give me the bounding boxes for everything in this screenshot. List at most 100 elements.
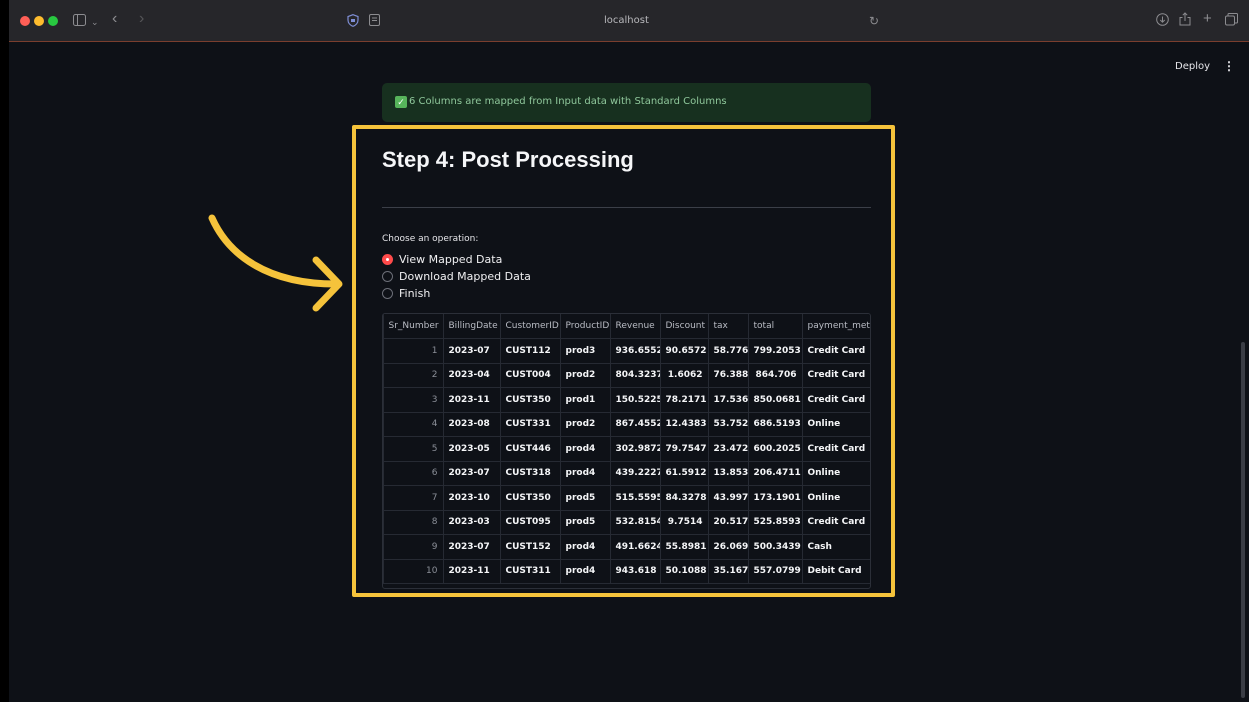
radio-finish[interactable]: Finish <box>382 287 430 300</box>
row-index[interactable]: 3 <box>383 387 444 413</box>
radio-unselected-icon[interactable] <box>382 288 393 299</box>
table-cell[interactable]: 943.618 <box>610 559 661 584</box>
table-cell[interactable]: Credit Card <box>802 436 870 462</box>
chevron-down-icon[interactable]: ⌄ <box>91 15 99 29</box>
forward-icon[interactable]: › <box>139 11 144 27</box>
table-cell[interactable]: 53.7524 <box>708 412 749 437</box>
column-header[interactable]: BillingDate <box>443 314 501 339</box>
table-cell[interactable]: Cash <box>802 534 870 560</box>
table-cell[interactable]: CUST350 <box>500 387 561 413</box>
table-cell[interactable]: prod4 <box>560 559 611 584</box>
row-index[interactable]: 5 <box>383 436 444 462</box>
row-index[interactable]: 1 <box>383 338 444 364</box>
table-cell[interactable]: 2023-03 <box>443 510 501 535</box>
address-bar-url[interactable]: localhost <box>604 15 649 26</box>
table-cell[interactable]: 500.3439 <box>748 534 803 560</box>
column-header[interactable]: total <box>748 314 803 339</box>
table-cell[interactable]: Online <box>802 485 870 511</box>
table-cell[interactable]: prod1 <box>560 387 611 413</box>
table-row[interactable]: 10 2023-11 CUST311 prod4 943.618 50.1088 35.16… <box>383 559 870 584</box>
column-header[interactable]: Sr_Number <box>383 314 444 339</box>
table-cell[interactable]: Credit Card <box>802 363 870 388</box>
table-cell[interactable]: 61.5912 <box>660 461 709 486</box>
table-cell[interactable]: 17.5367 <box>708 387 749 413</box>
table-cell[interactable]: 867.4552 <box>610 412 661 437</box>
table-cell[interactable]: 600.2025 <box>748 436 803 462</box>
table-cell[interactable]: Debit Card <box>802 559 870 584</box>
table-cell[interactable]: 150.5225 <box>610 387 661 413</box>
table-cell[interactable]: 58.7768 <box>708 338 749 364</box>
table-cell[interactable]: 2023-07 <box>443 534 501 560</box>
back-icon[interactable]: ‹ <box>112 11 117 27</box>
table-row[interactable]: 6 2023-07 CUST318 prod4 439.2227 61.5912 13.85… <box>383 461 870 486</box>
download-icon[interactable] <box>1156 13 1169 28</box>
table-cell[interactable]: 78.2171 <box>660 387 709 413</box>
column-header[interactable]: CustomerID <box>500 314 561 339</box>
table-cell[interactable]: 13.8536 <box>708 461 749 486</box>
table-cell[interactable]: 2023-05 <box>443 436 501 462</box>
table-cell[interactable]: 2023-10 <box>443 485 501 511</box>
table-cell[interactable]: CUST311 <box>500 559 561 584</box>
table-cell[interactable]: Credit Card <box>802 338 870 364</box>
column-header[interactable]: Revenue <box>610 314 661 339</box>
row-index[interactable]: 4 <box>383 412 444 437</box>
table-cell[interactable]: prod4 <box>560 534 611 560</box>
row-index[interactable]: 9 <box>383 534 444 560</box>
table-cell[interactable]: Credit Card <box>802 510 870 535</box>
table-cell[interactable]: prod4 <box>560 461 611 486</box>
table-cell[interactable]: CUST004 <box>500 363 561 388</box>
table-cell[interactable]: 804.3237 <box>610 363 661 388</box>
radio-unselected-icon[interactable] <box>382 271 393 282</box>
table-cell[interactable]: 936.6552 <box>610 338 661 364</box>
row-index[interactable]: 2 <box>383 363 444 388</box>
table-cell[interactable]: 206.4711 <box>748 461 803 486</box>
table-cell[interactable]: 20.517 <box>708 510 749 535</box>
table-row[interactable]: 4 2023-08 CUST331 prod2 867.4552 12.4383 53.75… <box>383 412 870 437</box>
table-cell[interactable]: 864.706 <box>748 363 803 388</box>
reload-icon[interactable]: ↻ <box>869 14 879 28</box>
table-cell[interactable]: CUST095 <box>500 510 561 535</box>
close-window-button[interactable] <box>20 16 30 26</box>
table-cell[interactable]: 43.9971 <box>708 485 749 511</box>
table-row[interactable]: 7 2023-10 CUST350 prod5 515.5595 84.3278 43.99… <box>383 485 870 511</box>
table-cell[interactable]: 439.2227 <box>610 461 661 486</box>
column-header[interactable]: payment_meth <box>802 314 870 339</box>
table-cell[interactable]: 2023-04 <box>443 363 501 388</box>
table-cell[interactable]: prod5 <box>560 510 611 535</box>
radio-download-mapped-data[interactable]: Download Mapped Data <box>382 270 531 283</box>
table-cell[interactable]: 50.1088 <box>660 559 709 584</box>
table-cell[interactable]: CUST112 <box>500 338 561 364</box>
reader-icon[interactable] <box>369 14 380 28</box>
table-cell[interactable]: 525.8593 <box>748 510 803 535</box>
table-cell[interactable]: 23.4725 <box>708 436 749 462</box>
table-cell[interactable]: 2023-11 <box>443 559 501 584</box>
shield-icon[interactable] <box>347 14 359 29</box>
table-cell[interactable]: 173.1901 <box>748 485 803 511</box>
table-cell[interactable]: Online <box>802 461 870 486</box>
table-row[interactable]: 5 2023-05 CUST446 prod4 302.9872 79.7547 23.47… <box>383 436 870 462</box>
new-tab-icon[interactable]: + <box>1203 11 1212 26</box>
table-cell[interactable]: CUST152 <box>500 534 561 560</box>
column-header[interactable]: tax <box>708 314 749 339</box>
table-cell[interactable]: 12.4383 <box>660 412 709 437</box>
sidebar-icon[interactable] <box>73 14 86 28</box>
row-index[interactable]: 6 <box>383 461 444 486</box>
table-cell[interactable]: prod2 <box>560 412 611 437</box>
table-row[interactable]: 8 2023-03 CUST095 prod5 532.8154 9.7514 20.517… <box>383 510 870 535</box>
table-cell[interactable]: Credit Card <box>802 387 870 413</box>
table-row[interactable]: 2 2023-04 CUST004 prod2 804.3237 1.6062 76.388… <box>383 363 870 388</box>
table-cell[interactable]: 850.0681 <box>748 387 803 413</box>
table-cell[interactable]: 491.6624 <box>610 534 661 560</box>
table-cell[interactable]: CUST446 <box>500 436 561 462</box>
table-cell[interactable]: 2023-11 <box>443 387 501 413</box>
table-cell[interactable]: 532.8154 <box>610 510 661 535</box>
table-cell[interactable]: 79.7547 <box>660 436 709 462</box>
table-row[interactable]: 3 2023-11 CUST350 prod1 150.5225 78.2171 17.53… <box>383 387 870 413</box>
table-cell[interactable]: 2023-08 <box>443 412 501 437</box>
radio-selected-icon[interactable] <box>382 254 393 265</box>
page-scrollbar[interactable] <box>1241 342 1245 698</box>
table-cell[interactable]: 557.0799 <box>748 559 803 584</box>
table-cell[interactable]: 515.5595 <box>610 485 661 511</box>
table-cell[interactable]: prod2 <box>560 363 611 388</box>
row-index[interactable]: 8 <box>383 510 444 535</box>
